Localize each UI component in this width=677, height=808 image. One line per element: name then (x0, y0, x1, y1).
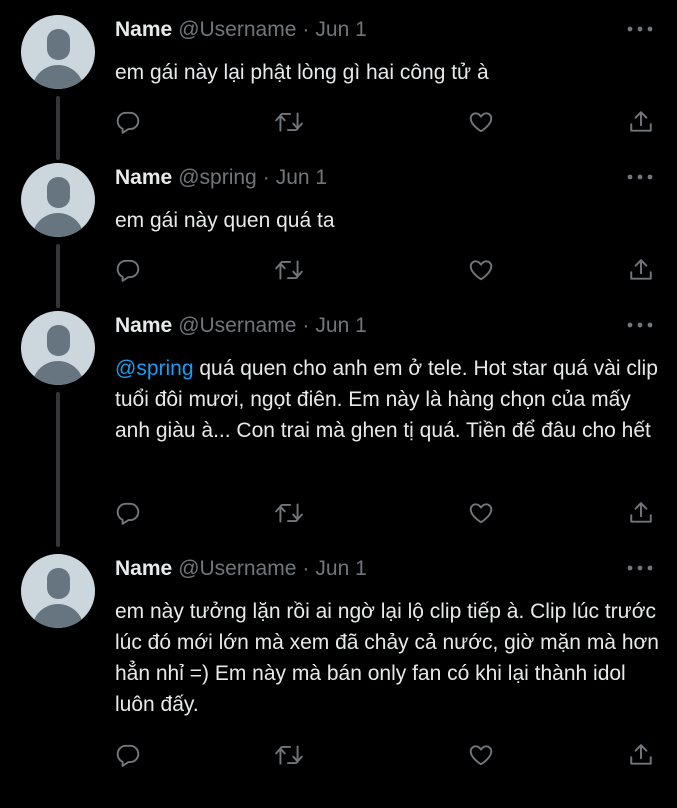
like-icon[interactable] (466, 255, 496, 285)
tweet-body: em gái này quen quá ta (115, 209, 335, 232)
tweet-text: em gái này lại phật lòng gì hai công tử … (115, 57, 660, 88)
more-horizontal-icon[interactable] (625, 164, 655, 190)
like-icon[interactable] (466, 498, 496, 528)
tweet-actions (0, 255, 677, 285)
tweet[interactable]: Name @Username · Jun 1 em gái này lại ph… (0, 0, 677, 148)
tweet-date[interactable]: Jun 1 (315, 557, 366, 581)
mention-link[interactable]: @spring (115, 357, 194, 380)
share-icon[interactable] (626, 498, 656, 528)
avatar-shoulders (32, 604, 84, 628)
avatar[interactable] (21, 554, 95, 628)
display-name[interactable]: Name (115, 557, 172, 581)
avatar-head (47, 29, 70, 60)
share-icon[interactable] (626, 255, 656, 285)
avatar-head (47, 568, 70, 599)
tweet-thread: Name @Username · Jun 1 em gái này lại ph… (0, 0, 677, 808)
more-horizontal-icon[interactable] (625, 555, 655, 581)
avatar-shoulders (32, 65, 84, 89)
separator-dot: · (302, 314, 310, 337)
display-name[interactable]: Name (115, 314, 172, 338)
display-name[interactable]: Name (115, 166, 172, 190)
tweet-header: Name @Username · Jun 1 (115, 312, 367, 340)
reply-icon[interactable] (113, 255, 143, 285)
avatar-head (47, 325, 70, 356)
avatar-head (47, 177, 70, 208)
tweet-header: Name @Username · Jun 1 (115, 555, 367, 583)
avatar[interactable] (21, 163, 95, 237)
tweet[interactable]: Name @Username · Jun 1 @spring quá quen … (0, 296, 677, 539)
tweet-body: em gái này lại phật lòng gì hai công tử … (115, 61, 489, 84)
share-icon[interactable] (626, 740, 656, 770)
avatar-shoulders (32, 361, 84, 385)
tweet-actions (0, 107, 677, 137)
retweet-icon[interactable] (274, 255, 304, 285)
tweet-date[interactable]: Jun 1 (276, 166, 327, 190)
reply-icon[interactable] (113, 740, 143, 770)
tweet-text: em này tưởng lặn rồi ai ngờ lại lộ clip … (115, 596, 660, 720)
username-handle[interactable]: @Username (178, 18, 296, 42)
like-icon[interactable] (466, 107, 496, 137)
tweet-text: em gái này quen quá ta (115, 205, 660, 236)
separator-dot: · (302, 18, 310, 41)
display-name[interactable]: Name (115, 18, 172, 42)
retweet-icon[interactable] (274, 107, 304, 137)
tweet-date[interactable]: Jun 1 (315, 314, 366, 338)
more-horizontal-icon[interactable] (625, 16, 655, 42)
tweet-body: quá quen cho anh em ở tele. Hot star quá… (115, 357, 664, 442)
tweet-header: Name @Username · Jun 1 (115, 16, 367, 44)
username-handle[interactable]: @Username (178, 557, 296, 581)
separator-dot: · (262, 166, 270, 189)
avatar[interactable] (21, 311, 95, 385)
share-icon[interactable] (626, 107, 656, 137)
tweet-text: @spring quá quen cho anh em ở tele. Hot … (115, 353, 660, 446)
tweet-actions (0, 498, 677, 528)
like-icon[interactable] (466, 740, 496, 770)
separator-dot: · (302, 557, 310, 580)
username-handle[interactable]: @Username (178, 314, 296, 338)
retweet-icon[interactable] (274, 498, 304, 528)
avatar[interactable] (21, 15, 95, 89)
tweet-header: Name @spring · Jun 1 (115, 164, 327, 192)
tweet-body: em này tưởng lặn rồi ai ngờ lại lộ clip … (115, 600, 665, 716)
retweet-icon[interactable] (274, 740, 304, 770)
tweet-actions (0, 740, 677, 770)
reply-icon[interactable] (113, 498, 143, 528)
tweet[interactable]: Name @spring · Jun 1 em gái này quen quá… (0, 148, 677, 296)
more-horizontal-icon[interactable] (625, 312, 655, 338)
tweet-date[interactable]: Jun 1 (315, 18, 366, 42)
tweet[interactable]: Name @Username · Jun 1 em này tưởng lặn … (0, 539, 677, 808)
avatar-shoulders (32, 213, 84, 237)
username-handle[interactable]: @spring (178, 166, 257, 190)
reply-icon[interactable] (113, 107, 143, 137)
